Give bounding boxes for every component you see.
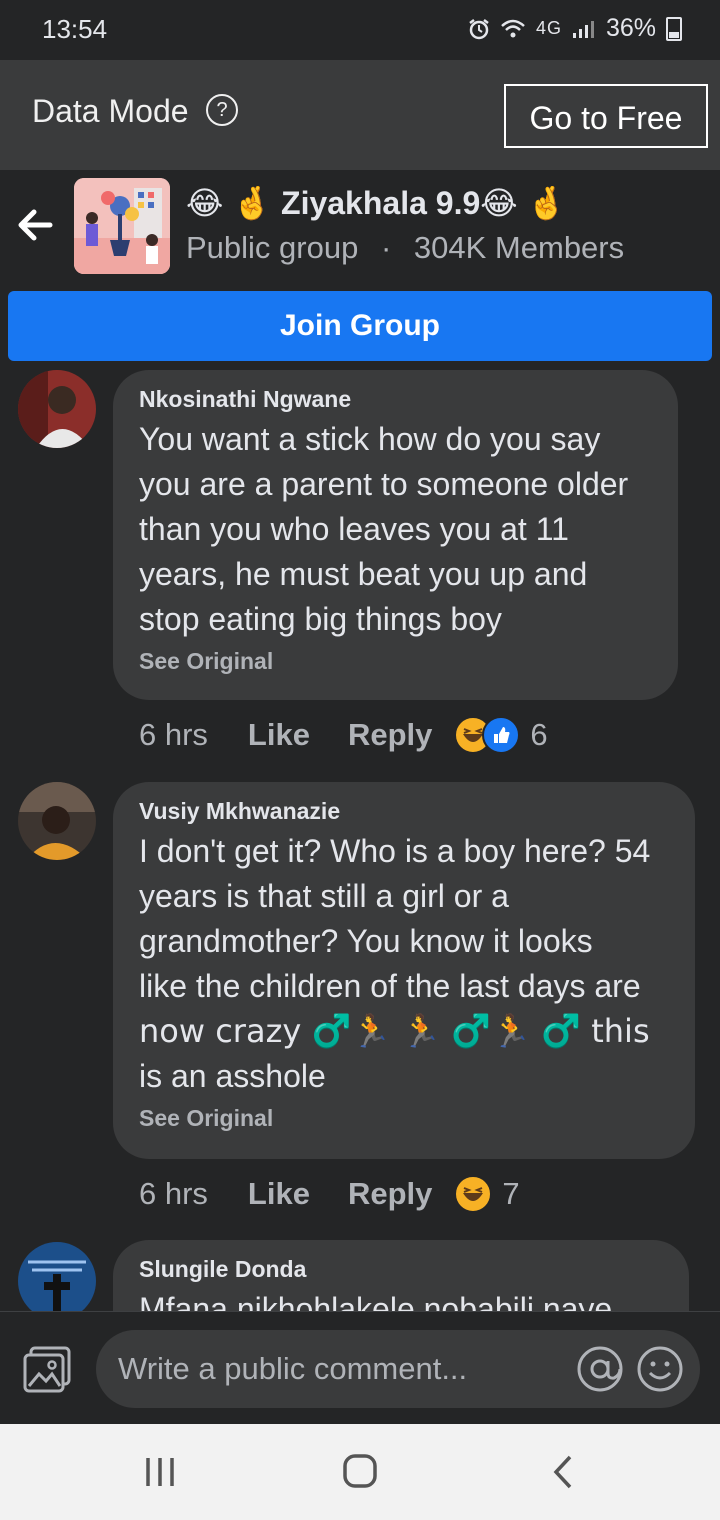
- comment-actions: 6 hrs Like Reply 7: [139, 1174, 520, 1214]
- see-original-link[interactable]: See Original: [139, 1105, 669, 1132]
- back-arrow-icon[interactable]: [16, 206, 54, 244]
- emoji-icon[interactable]: [636, 1345, 684, 1393]
- status-time: 13:54: [42, 14, 108, 44]
- crossed-fingers-icon: 🤞: [232, 184, 273, 222]
- comment-bubble[interactable]: Nkosinathi Ngwane You want a stick how d…: [113, 370, 678, 700]
- photo-icon[interactable]: [22, 1346, 72, 1394]
- status-bar: 13:54 4G 36%: [0, 0, 720, 60]
- like-button[interactable]: Like: [248, 717, 310, 753]
- comment-text: I don't get it? Who is a boy here? 54 ye…: [139, 829, 669, 1099]
- mention-icon[interactable]: [576, 1345, 624, 1393]
- comment-bubble[interactable]: Vusiy Mkhwanazie I don't get it? Who is …: [113, 782, 695, 1159]
- comment-author[interactable]: Nkosinathi Ngwane: [139, 386, 652, 413]
- comment-text-line: grandmother? You know it looks: [139, 923, 593, 959]
- wifi-icon: [501, 19, 525, 37]
- group-name[interactable]: 😂 🤞 Ziyakhala 9.9😂 🤞: [186, 184, 566, 222]
- comment-text-line: like the children of the last days are: [139, 968, 641, 1004]
- meta-separator: ·: [380, 230, 392, 265]
- battery-icon: [666, 16, 682, 41]
- joy-emoji-icon: 😂: [480, 184, 518, 222]
- signal-icon: [572, 20, 594, 38]
- recent-apps-icon[interactable]: [135, 1454, 185, 1490]
- battery-percent: 36%: [605, 14, 656, 42]
- avatar[interactable]: [18, 782, 96, 860]
- system-nav-bar: [0, 1424, 720, 1520]
- data-mode-bar: Data Mode ? Go to Free: [0, 60, 720, 170]
- joy-emoji-icon: 😂: [186, 184, 224, 222]
- group-visibility: Public group: [186, 230, 359, 265]
- comment-list[interactable]: Nkosinathi Ngwane You want a stick how d…: [0, 362, 720, 1312]
- help-icon[interactable]: ?: [206, 94, 238, 126]
- haha-reaction-icon: [454, 1175, 493, 1213]
- comment-author[interactable]: Slungile Donda: [139, 1256, 663, 1283]
- reaction-count: 7: [502, 1176, 520, 1211]
- reaction-summary[interactable]: 7: [454, 1175, 520, 1213]
- comment-time: 6 hrs: [139, 1176, 208, 1211]
- data-mode-label: Data Mode: [32, 93, 189, 129]
- home-icon[interactable]: [335, 1454, 385, 1490]
- comment-text: You want a stick how do you say you are …: [139, 421, 629, 637]
- status-icons: 4G 36%: [468, 14, 682, 43]
- reply-button[interactable]: Reply: [348, 1176, 432, 1212]
- group-member-count: 304K Members: [413, 230, 625, 265]
- comment-text-line: years is that still a girl or a: [139, 878, 509, 914]
- group-meta: Public group · 304K Members: [186, 230, 624, 266]
- comment-author[interactable]: Vusiy Mkhwanazie: [139, 798, 669, 825]
- crossed-fingers-icon: 🤞: [526, 184, 567, 222]
- comment-text: Mfana nikhohlakele nobabili naye: [139, 1291, 613, 1312]
- avatar[interactable]: [18, 1242, 96, 1312]
- comment-text-line: now crazy ♂️🏃 🏃 ♂️🏃 ♂️ this: [139, 1012, 650, 1050]
- reaction-count: 6: [530, 717, 548, 752]
- reaction-summary[interactable]: 6: [454, 716, 548, 754]
- like-button[interactable]: Like: [248, 1176, 310, 1212]
- avatar[interactable]: [18, 370, 96, 448]
- group-cover-image[interactable]: [74, 178, 170, 274]
- back-nav-icon[interactable]: [538, 1454, 588, 1490]
- comment-text-line: is an asshole: [139, 1058, 326, 1094]
- comment-composer: Write a public comment...: [0, 1311, 720, 1425]
- alarm-icon: [469, 18, 489, 39]
- group-header: 😂 🤞 Ziyakhala 9.9😂 🤞 Public group · 304K…: [0, 170, 720, 290]
- reply-button[interactable]: Reply: [348, 717, 432, 753]
- network-type: 4G: [535, 18, 562, 38]
- comment-bubble[interactable]: Slungile Donda Mfana nikhohlakele nobabi…: [113, 1240, 689, 1312]
- group-name-text: Ziyakhala 9.9: [281, 185, 481, 221]
- comment-actions: 6 hrs Like Reply 6: [139, 715, 548, 755]
- comment-text-line: I don't get it? Who is a boy here? 54: [139, 833, 651, 869]
- join-group-button[interactable]: Join Group: [8, 291, 712, 361]
- like-reaction-icon: [482, 716, 521, 754]
- comment-time: 6 hrs: [139, 717, 208, 752]
- see-original-link[interactable]: See Original: [139, 648, 652, 675]
- go-to-free-button[interactable]: Go to Free: [504, 84, 708, 148]
